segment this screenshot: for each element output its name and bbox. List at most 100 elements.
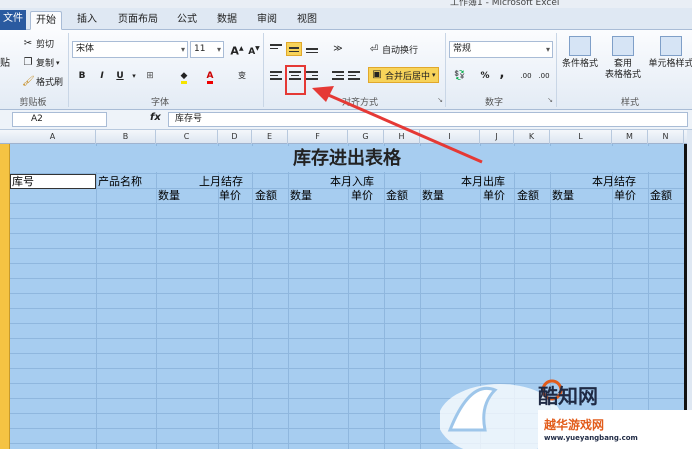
format-as-table-button[interactable]: 套用 表格格式	[603, 36, 643, 81]
cell-n3[interactable]: 金额	[650, 189, 672, 203]
align-middle-icon[interactable]	[286, 42, 302, 56]
number-group-label: 数字	[484, 98, 503, 108]
orientation-icon[interactable]: ≫	[330, 41, 346, 57]
watermark-site: 越华游戏网	[544, 418, 605, 432]
align-top-icon[interactable]	[268, 42, 284, 56]
cell-a2[interactable]: 库号	[12, 175, 34, 189]
cell-f3[interactable]: 数量	[290, 189, 312, 203]
sheet-title-cell[interactable]: 库存进出表格	[10, 146, 684, 172]
formula-input[interactable]: 库存号	[168, 112, 688, 127]
cell-h3[interactable]: 金额	[386, 189, 408, 203]
column-header-h[interactable]: H	[384, 130, 420, 144]
increase-decimal-label: .00	[520, 72, 532, 80]
border-icon[interactable]: ⊞	[142, 68, 158, 84]
column-headers: A B C D E F G H I J K L M N	[0, 130, 692, 144]
brush-icon: 🖌	[22, 75, 35, 87]
formula-bar: A2 fx 库存号	[0, 110, 692, 130]
cell-b2[interactable]: 产品名称	[98, 175, 142, 189]
copy-button[interactable]: ❐ 复制 ▾	[22, 56, 60, 70]
column-header-c[interactable]: C	[156, 130, 218, 144]
decrease-decimal-label: .00	[538, 72, 550, 80]
column-header-l[interactable]: L	[550, 130, 612, 144]
tab-page-layout[interactable]: 页面布局	[112, 11, 164, 30]
font-color-button[interactable]: A	[202, 68, 218, 84]
cell-c2[interactable]: 上月结存	[199, 175, 243, 189]
increase-decimal-button[interactable]: .00	[518, 68, 534, 84]
merge-icon: ▣	[372, 69, 382, 80]
tab-view[interactable]: 视图	[290, 11, 324, 30]
cell-f2[interactable]: 本月入库	[330, 175, 374, 189]
number-format-select[interactable]: 常规	[449, 41, 553, 58]
grid-line	[252, 144, 253, 449]
column-header-d[interactable]: D	[218, 130, 252, 144]
column-header-a[interactable]: A	[10, 130, 96, 144]
bold-button[interactable]: B	[74, 68, 90, 84]
shrink-font-button[interactable]: A▼	[246, 41, 262, 57]
align-right-icon[interactable]	[304, 69, 320, 83]
column-header-i[interactable]: I	[420, 130, 480, 144]
cell-k3[interactable]: 金额	[517, 189, 539, 203]
underline-dropdown-icon[interactable]: ▾	[126, 68, 142, 84]
cell-i3[interactable]: 数量	[422, 189, 444, 203]
name-box[interactable]: A2	[12, 112, 107, 127]
cell-l3[interactable]: 数量	[552, 189, 574, 203]
font-size-select[interactable]: 11	[190, 41, 224, 58]
percent-button[interactable]: %	[477, 68, 493, 84]
currency-icon[interactable]: 💱	[452, 68, 468, 84]
alignment-group-label: 对齐方式	[341, 98, 378, 108]
conditional-format-button[interactable]: 条件格式	[560, 36, 600, 70]
tab-home[interactable]: 开始	[30, 11, 62, 30]
cell-g3[interactable]: 单价	[351, 189, 373, 203]
divider	[445, 33, 446, 107]
tab-review[interactable]: 审阅	[250, 11, 284, 30]
cell-styles-button[interactable]: 单元格样式	[648, 36, 692, 70]
tab-formulas[interactable]: 公式	[170, 11, 204, 30]
insert-function-button[interactable]: fx	[150, 112, 161, 123]
copy-icon: ❐	[23, 56, 33, 68]
decrease-decimal-button[interactable]: .00	[536, 68, 552, 84]
cell-l2[interactable]: 本月结存	[592, 175, 636, 189]
decrease-indent-icon[interactable]	[330, 69, 346, 83]
font-group-label: 字体	[150, 98, 169, 108]
cell-d3[interactable]: 单价	[219, 189, 241, 203]
column-header-e[interactable]: E	[252, 130, 288, 144]
increase-indent-icon[interactable]	[346, 69, 362, 83]
paste-button[interactable]: 贴	[0, 54, 10, 69]
cell-e3[interactable]: 金额	[255, 189, 277, 203]
divider	[263, 33, 264, 107]
fill-color-icon[interactable]: ◆	[176, 68, 192, 84]
conditional-format-icon	[569, 36, 591, 56]
tab-file[interactable]: 文件	[0, 10, 26, 30]
row-headers[interactable]	[0, 144, 10, 449]
format-painter-button[interactable]: 🖌 格式刷	[22, 75, 63, 89]
grow-font-button[interactable]: A▲	[229, 41, 245, 58]
column-header-m[interactable]: M	[612, 130, 648, 144]
cell-c3[interactable]: 数量	[158, 189, 180, 203]
cut-button[interactable]: ✂ 剪切	[22, 37, 54, 51]
column-header-f[interactable]: F	[288, 130, 348, 144]
merge-center-label: 合并后居中	[385, 71, 431, 82]
comma-button[interactable]: ,	[494, 66, 510, 82]
tab-insert[interactable]: 插入	[70, 11, 104, 30]
ribbon-tabs: 文件 开始 插入 页面布局 公式 数据 审阅 视图	[0, 8, 692, 30]
column-header-g[interactable]: G	[348, 130, 384, 144]
tab-data[interactable]: 数据	[210, 11, 244, 30]
column-header-b[interactable]: B	[96, 130, 156, 144]
align-bottom-icon[interactable]	[304, 42, 320, 56]
column-header-k[interactable]: K	[514, 130, 550, 144]
merge-center-button[interactable]: ▣ 合并后居中 ▾	[368, 67, 439, 83]
format-as-table-label-1: 套用	[613, 59, 632, 69]
font-name-select[interactable]: 宋体	[72, 41, 188, 58]
align-left-icon[interactable]	[268, 69, 284, 83]
wrap-text-icon: ⏎	[369, 43, 379, 55]
cell-j3[interactable]: 单价	[483, 189, 505, 203]
phonetic-button[interactable]: 变	[234, 68, 250, 84]
column-header-n[interactable]: N	[648, 130, 684, 144]
watermark-url: www.yueyangbang.com	[544, 434, 638, 442]
column-header-j[interactable]: J	[480, 130, 514, 144]
cell-m3[interactable]: 单价	[614, 189, 636, 203]
wrap-text-button[interactable]: ⏎ 自动换行	[368, 43, 418, 57]
grid-line	[384, 144, 385, 449]
italic-button[interactable]: I	[94, 68, 110, 84]
cell-i2[interactable]: 本月出库	[461, 175, 505, 189]
